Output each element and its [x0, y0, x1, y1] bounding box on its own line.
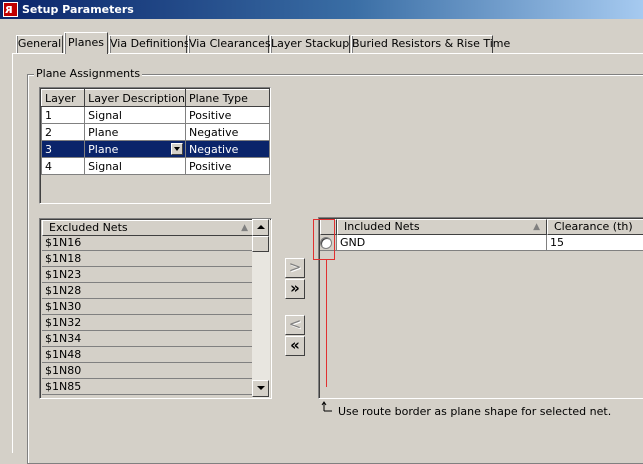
column-header-layer-description[interactable]: Layer Description: [84, 89, 186, 107]
list-item[interactable]: $1N85: [42, 379, 253, 395]
tab-label: Layer Stackup: [271, 37, 350, 50]
plane-type-cell[interactable]: Positive: [185, 106, 270, 124]
list-item[interactable]: $1N18: [42, 251, 253, 267]
plane-type-cell[interactable]: Positive: [185, 157, 270, 175]
included-net-cell[interactable]: GND: [337, 235, 547, 251]
header-label: Included Nets: [344, 220, 420, 233]
remove-net-button[interactable]: <: [285, 315, 305, 335]
column-header-layer[interactable]: Layer: [40, 89, 86, 107]
window-title: Setup Parameters: [22, 3, 134, 16]
column-header-plane-type[interactable]: Plane Type: [185, 89, 270, 107]
plane-type-cell[interactable]: Negative: [185, 123, 270, 141]
list-item[interactable]: $1N16: [42, 235, 253, 251]
annotation-highlight-line: [326, 260, 327, 387]
scroll-up-icon[interactable]: [252, 219, 269, 236]
scroll-down-icon[interactable]: [252, 380, 269, 397]
tab-general[interactable]: General: [16, 35, 63, 53]
sort-arrow-icon: ▲: [533, 222, 540, 232]
scroll-thumb[interactable]: [252, 236, 269, 252]
tab-label: Via Clearances: [189, 37, 271, 50]
excluded-nets-list[interactable]: Excluded Nets ▲ $1N16 $1N18 $1N23 $1N28 …: [39, 218, 272, 399]
table-row[interactable]: 4 Signal Positive: [40, 157, 270, 175]
list-item[interactable]: $1N32: [42, 315, 253, 331]
included-nets-list[interactable]: Included Nets ▲ Clearance (th) GND 15: [318, 217, 643, 399]
tab-layer-stackup[interactable]: Layer Stackup: [270, 35, 350, 53]
list-item[interactable]: $1N23: [42, 267, 253, 283]
tab-label: Planes: [68, 36, 104, 49]
included-nets-header[interactable]: Included Nets ▲: [337, 219, 547, 235]
list-item[interactable]: $1N30: [42, 299, 253, 315]
list-item[interactable]: $1N80: [42, 363, 253, 379]
layer-cell[interactable]: 1: [40, 106, 86, 124]
list-item[interactable]: $1N34: [42, 331, 253, 347]
layer-cell[interactable]: 2: [40, 123, 86, 141]
description-value: Plane: [88, 142, 119, 156]
plane-type-cell[interactable]: Negative: [185, 140, 270, 158]
layer-cell[interactable]: 3: [40, 140, 86, 158]
description-dropdown[interactable]: Plane: [84, 140, 186, 158]
tab-via-definitions[interactable]: Via Definitions: [109, 35, 190, 53]
add-all-nets-button[interactable]: »: [285, 279, 305, 299]
header-label: Clearance (th): [554, 220, 633, 233]
plane-grid[interactable]: Layer Layer Description Plane Type 1 Sig…: [39, 87, 271, 204]
header-label: Excluded Nets: [49, 221, 128, 234]
description-cell[interactable]: Signal: [84, 106, 186, 124]
app-icon: ᴙ: [3, 2, 18, 17]
tab-planes[interactable]: Planes: [64, 32, 108, 54]
tab-via-clearances[interactable]: Via Clearances: [188, 35, 271, 53]
description-cell[interactable]: Signal: [84, 157, 186, 175]
annotation-highlight-box: [313, 219, 335, 260]
excluded-nets-header[interactable]: Excluded Nets ▲: [42, 220, 255, 236]
table-row[interactable]: 1 Signal Positive: [40, 106, 270, 124]
table-row[interactable]: 2 Plane Negative: [40, 123, 270, 141]
clearance-header[interactable]: Clearance (th): [547, 219, 643, 235]
clearance-cell[interactable]: 15: [547, 235, 643, 251]
description-cell[interactable]: Plane: [84, 123, 186, 141]
list-item[interactable]: $1N28: [42, 283, 253, 299]
layer-cell[interactable]: 4: [40, 157, 86, 175]
list-item[interactable]: $1N48: [42, 347, 253, 363]
tab-label: Buried Resistors & Rise Time: [352, 37, 511, 50]
tab-buried-resistors[interactable]: Buried Resistors & Rise Time: [351, 35, 510, 53]
chevron-down-icon[interactable]: [171, 143, 183, 155]
group-label: Plane Assignments: [34, 67, 143, 80]
title-bar[interactable]: ᴙ Setup Parameters: [0, 0, 643, 19]
footnote-text: Use route border as plane shape for sele…: [338, 405, 612, 418]
sort-arrow-icon: ▲: [241, 223, 248, 233]
table-row-selected[interactable]: 3 Plane Negative: [40, 140, 270, 158]
tab-label: Via Definitions: [110, 37, 190, 50]
tab-label: General: [17, 37, 62, 50]
add-net-button[interactable]: >: [285, 258, 305, 278]
corner-arrow-icon: [321, 401, 332, 412]
remove-all-nets-button[interactable]: «: [285, 336, 305, 356]
excluded-nets-scrollbar[interactable]: [252, 219, 270, 398]
